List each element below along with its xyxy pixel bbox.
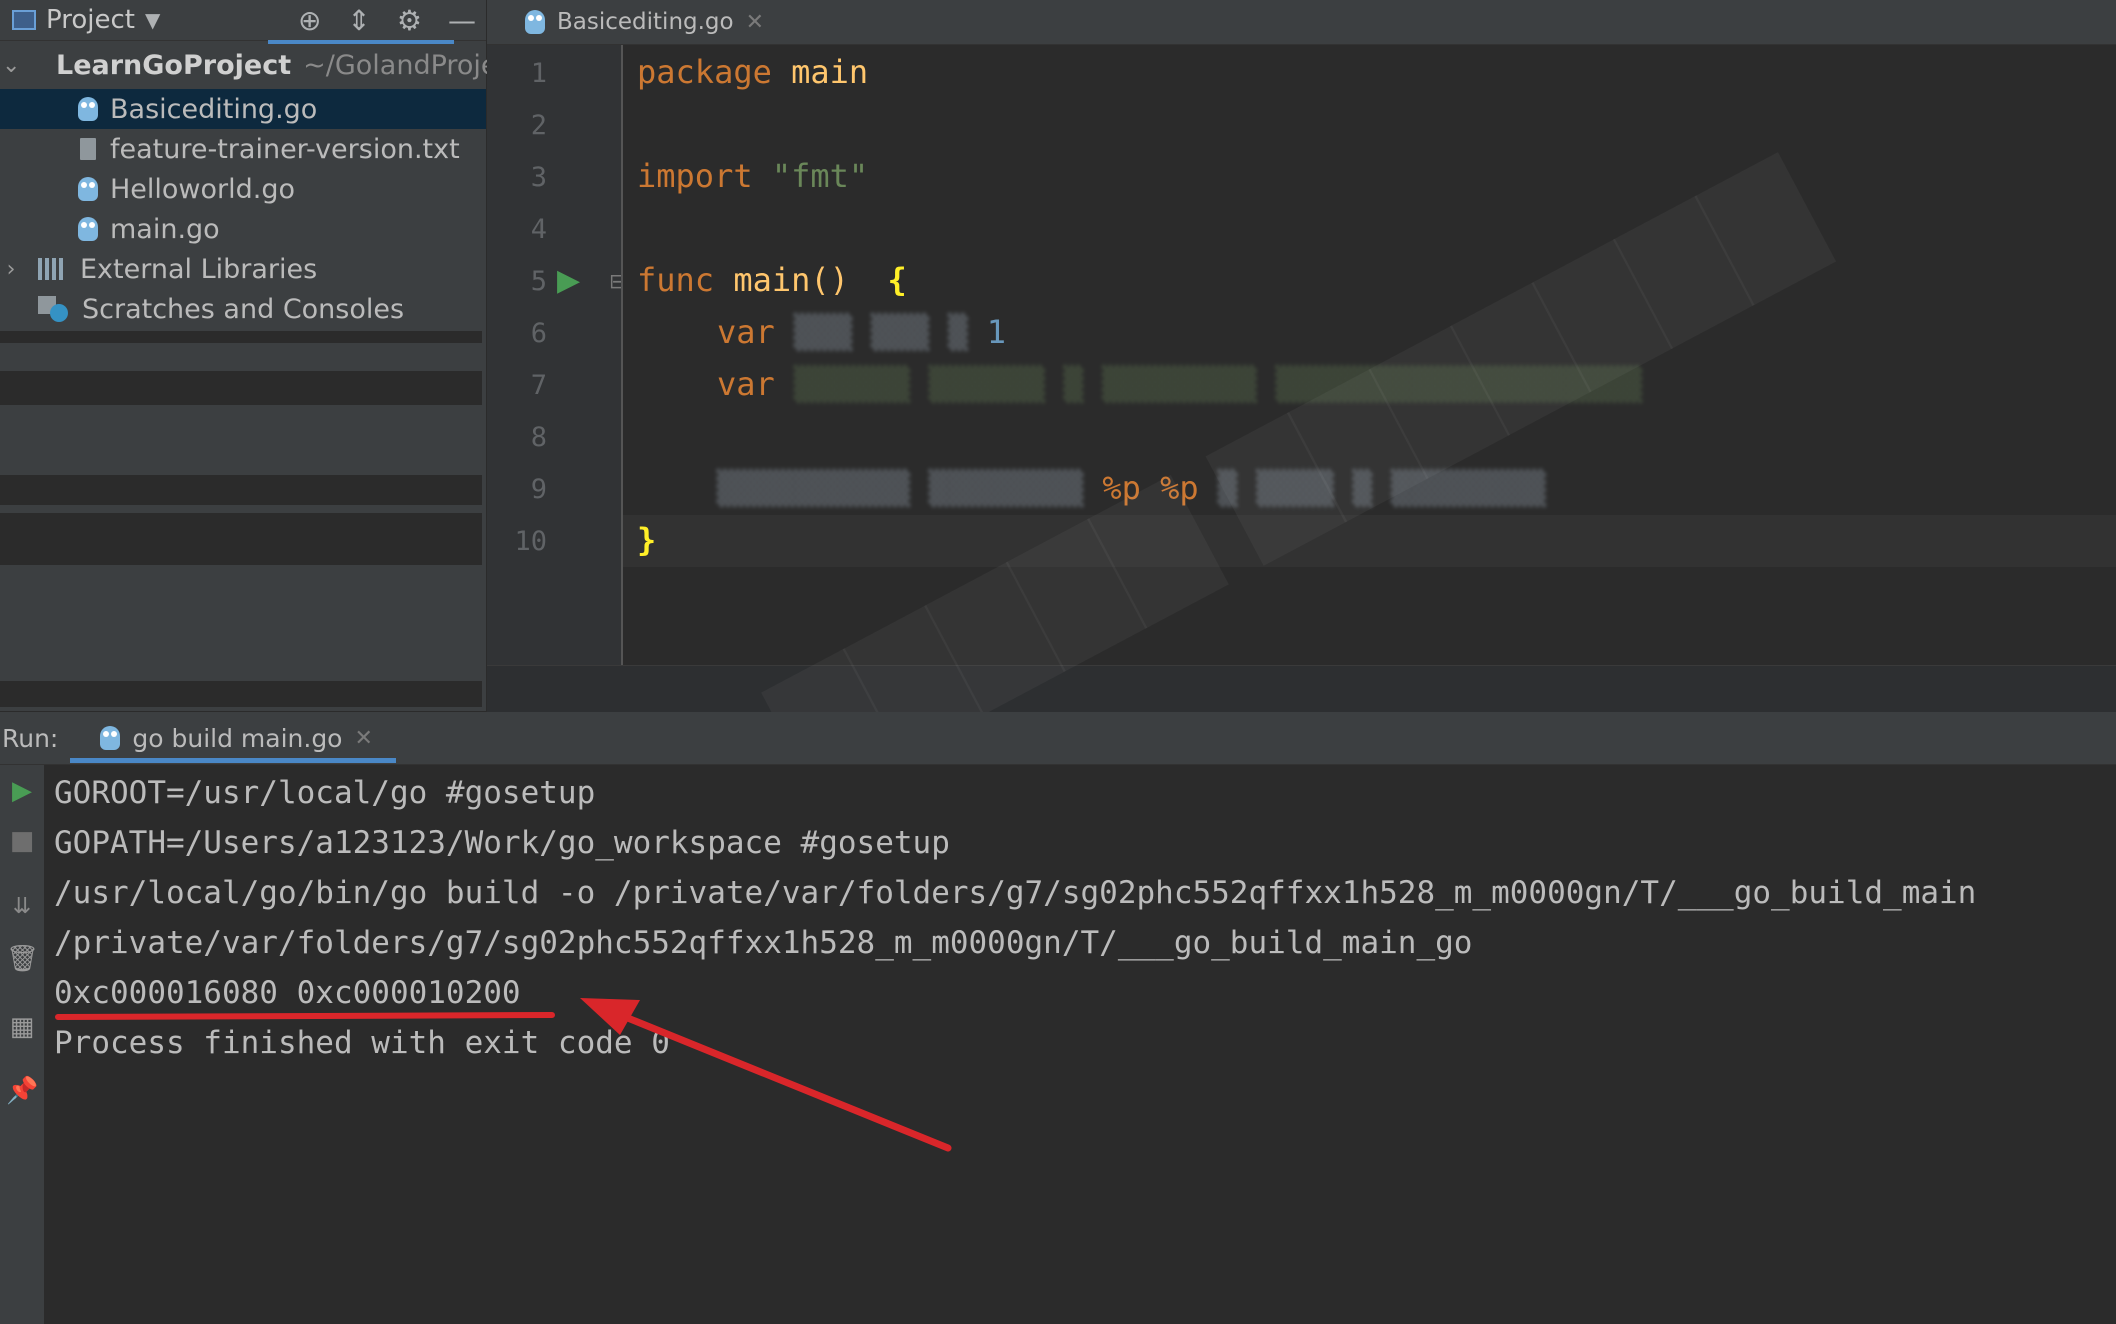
annotation-arrow-shaft: [604, 1006, 952, 1152]
annotation-underline: [55, 1012, 555, 1020]
annotation-overlay: [55, 998, 952, 1152]
